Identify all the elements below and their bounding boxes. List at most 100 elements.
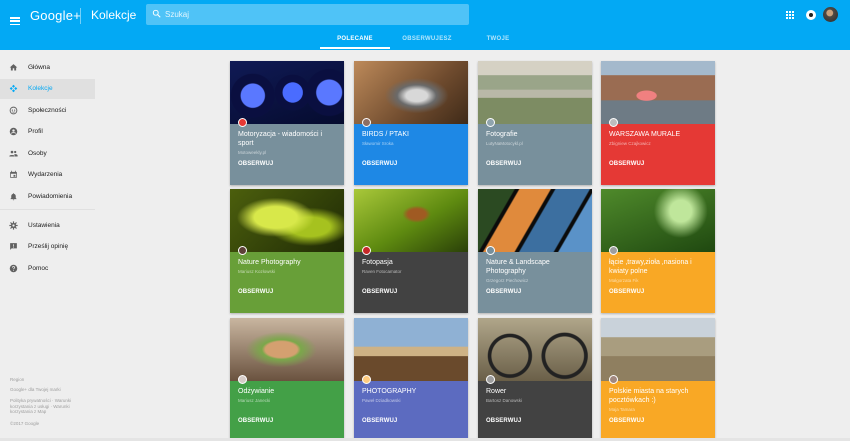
sidebar-item-communities[interactable]: Społeczności	[0, 101, 95, 121]
apps-icon[interactable]	[786, 11, 794, 19]
collection-owner[interactable]: Mariusz Kozłowski	[238, 269, 275, 274]
calendar-icon	[10, 170, 17, 178]
collection-cover-image[interactable]	[230, 61, 344, 124]
collection-card[interactable]: Nature & Landscape Photography Grzegorz P…	[478, 189, 592, 313]
collection-title[interactable]: Nature Photography	[238, 259, 338, 268]
follow-button[interactable]: OBSERWUJ	[362, 289, 397, 295]
collection-owner[interactable]: Sławomir Sroka	[362, 141, 394, 146]
collection-card[interactable]: Polskie miasta na starych pocztówkach :)…	[601, 318, 715, 441]
follow-button[interactable]: OBSERWUJ	[238, 289, 273, 295]
collection-cover-image[interactable]	[230, 189, 344, 252]
collection-title[interactable]: łącie ,trawy,zioła ,nasiona i kwiaty pol…	[609, 259, 709, 276]
search-input[interactable]	[165, 7, 460, 22]
collection-title[interactable]: Odżywianie	[238, 388, 338, 397]
collection-owner[interactable]: Grzegorz Piechowicz	[486, 278, 528, 283]
owner-avatar[interactable]	[609, 118, 618, 127]
search-box[interactable]	[146, 4, 469, 25]
tab-twoje[interactable]: TWOJE	[466, 36, 530, 42]
sidebar-item-people[interactable]: Osoby	[0, 144, 95, 164]
collection-cover-image[interactable]	[601, 61, 715, 124]
collection-owner[interactable]: Raven Fotocamator	[362, 269, 402, 274]
collection-card[interactable]: Fotopasja Raven Fotocamator OBSERWUJ	[354, 189, 468, 313]
owner-avatar[interactable]	[362, 375, 371, 384]
collection-title[interactable]: Motoryzacja - wiadomości i sport	[238, 131, 338, 148]
collection-owner[interactable]: Zbigniew Czajkowicz	[609, 141, 651, 146]
owner-avatar[interactable]	[609, 246, 618, 255]
sidebar-item-home[interactable]: Główna	[0, 58, 95, 78]
owner-avatar[interactable]	[238, 246, 247, 255]
account-avatar[interactable]	[823, 7, 838, 22]
collection-cover-image[interactable]	[478, 318, 592, 381]
collection-card[interactable]: Nature Photography Mariusz Kozłowski OBSER…	[230, 189, 344, 313]
header-divider	[80, 8, 81, 24]
follow-button[interactable]: OBSERWUJ	[609, 289, 644, 295]
owner-avatar[interactable]	[486, 375, 495, 384]
owner-avatar[interactable]	[238, 118, 247, 127]
collection-owner[interactable]: LutyNaMotocykl.pl	[486, 141, 523, 146]
sidebar-item-feedback[interactable]: Prześlij opinię	[0, 237, 95, 257]
collection-card[interactable]: PHOTOGRAPHY Paweł Dziadkowski OBSERWUJ	[354, 318, 468, 441]
collection-title[interactable]: Polskie miasta na starych pocztówkach :)	[609, 388, 709, 405]
collection-title[interactable]: WARSZAWA MURALE	[609, 131, 709, 140]
collection-card[interactable]: Rower Bartosz Danowski OBSERWUJ	[478, 318, 592, 441]
gear-icon	[9, 221, 18, 230]
collection-cover-image[interactable]	[478, 189, 592, 252]
follow-button[interactable]: OBSERWUJ	[362, 418, 397, 424]
collection-title[interactable]: Fotografie	[486, 131, 586, 140]
sidebar-item-settings[interactable]: Ustawienia	[0, 216, 95, 236]
collection-card[interactable]: WARSZAWA MURALE Zbigniew Czajkowicz OBSERW…	[601, 61, 715, 185]
footer-region-link[interactable]: Region	[10, 377, 90, 383]
follow-button[interactable]: OBSERWUJ	[238, 161, 273, 167]
collection-title[interactable]: BIRDS / PTAKI	[362, 131, 462, 140]
collection-title[interactable]: Fotopasja	[362, 259, 462, 268]
sidebar: Główna Kolekcje Społeczności Profil Osob…	[0, 50, 106, 441]
sidebar-item-label: Społeczności	[28, 107, 67, 114]
collection-cover-image[interactable]	[354, 318, 468, 381]
collection-owner[interactable]: Maja Tamara	[609, 407, 635, 412]
follow-button[interactable]: OBSERWUJ	[609, 161, 644, 167]
follow-button[interactable]: OBSERWUJ	[486, 289, 521, 295]
owner-avatar[interactable]	[238, 375, 247, 384]
collection-cover-image[interactable]	[230, 318, 344, 381]
owner-avatar[interactable]	[362, 118, 371, 127]
sidebar-item-help[interactable]: Pomoc	[0, 259, 95, 279]
collection-owner[interactable]: Bartosz Danowski	[486, 398, 522, 403]
owner-avatar[interactable]	[609, 375, 618, 384]
collection-title[interactable]: Rower	[486, 388, 586, 397]
collection-title[interactable]: Nature & Landscape Photography	[486, 259, 586, 276]
tab-obserwujesz[interactable]: OBSERWUJESZ	[392, 36, 462, 42]
collection-cover-image[interactable]	[478, 61, 592, 124]
follow-button[interactable]: OBSERWUJ	[486, 161, 521, 167]
sidebar-item-notifications[interactable]: Powiadomienia	[0, 187, 95, 207]
owner-avatar[interactable]	[486, 246, 495, 255]
collection-card[interactable]: Odżywianie Mariusz Janecki OBSERWUJ	[230, 318, 344, 441]
collection-card[interactable]: Motoryzacja - wiadomości i sport Motoweek…	[230, 61, 344, 185]
follow-button[interactable]: OBSERWUJ	[362, 161, 397, 167]
follow-button[interactable]: OBSERWUJ	[238, 418, 273, 424]
follow-button[interactable]: OBSERWUJ	[609, 418, 644, 424]
collection-card[interactable]: BIRDS / PTAKI Sławomir Sroka OBSERWUJ	[354, 61, 468, 185]
collection-cover-image[interactable]	[354, 189, 468, 252]
collection-card[interactable]: Fotografie LutyNaMotocykl.pl OBSERWUJ	[478, 61, 592, 185]
google-plus-logo[interactable]: Google+	[30, 8, 81, 23]
tab-polecane[interactable]: POLECANE	[320, 36, 390, 42]
sidebar-item-profile[interactable]: Profil	[0, 122, 95, 142]
collection-owner[interactable]: Paweł Dziadkowski	[362, 398, 401, 403]
sidebar-item-events[interactable]: Wydarzenia	[0, 165, 95, 185]
collection-owner[interactable]: Motoweekly.pl	[238, 150, 266, 155]
footer-policy-links[interactable]: Polityka prywatności · Warunki korzystan…	[10, 398, 90, 415]
follow-button[interactable]: OBSERWUJ	[486, 418, 521, 424]
collection-cover-image[interactable]	[354, 61, 468, 124]
notifications-icon[interactable]	[806, 10, 816, 20]
sidebar-item-collections[interactable]: Kolekcje	[0, 79, 95, 99]
menu-icon[interactable]	[10, 17, 20, 26]
collection-cover-image[interactable]	[601, 189, 715, 252]
owner-avatar[interactable]	[486, 118, 495, 127]
collection-card[interactable]: łącie ,trawy,zioła ,nasiona i kwiaty pol…	[601, 189, 715, 313]
collection-title[interactable]: PHOTOGRAPHY	[362, 388, 462, 397]
owner-avatar[interactable]	[362, 246, 371, 255]
collection-cover-image[interactable]	[601, 318, 715, 381]
footer-brand-link[interactable]: Google+ dla Twojej marki	[10, 387, 90, 393]
collection-owner[interactable]: Małgorzata Fik	[609, 278, 639, 283]
collection-owner[interactable]: Mariusz Janecki	[238, 398, 270, 403]
